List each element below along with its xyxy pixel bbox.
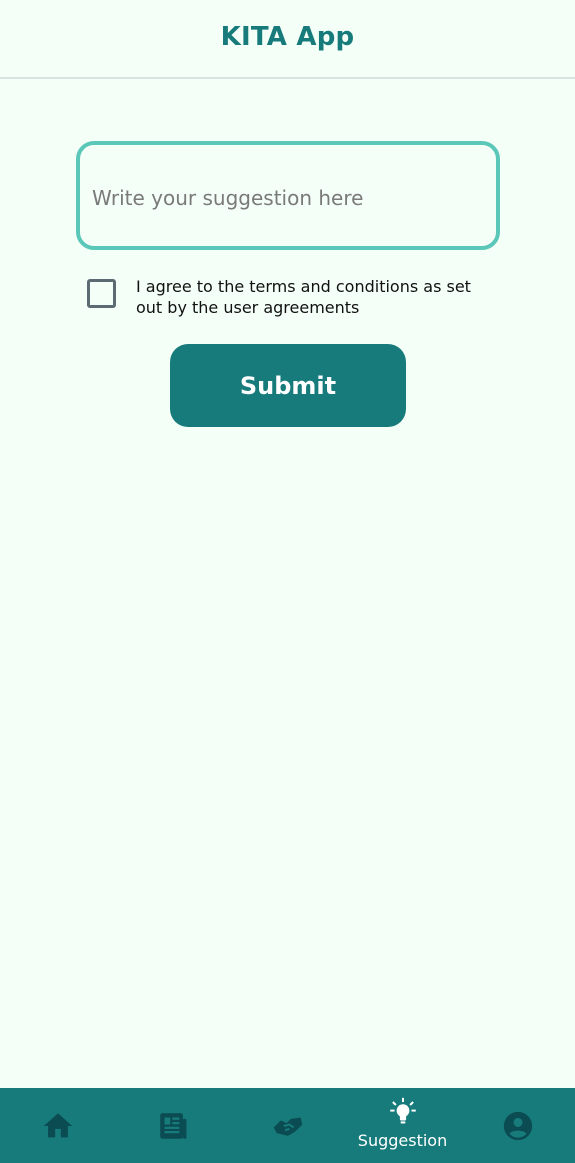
nav-item-suggestion[interactable]: Suggestion xyxy=(345,1088,460,1163)
lightbulb-icon xyxy=(389,1097,416,1124)
submit-button[interactable]: Submit xyxy=(170,344,406,427)
account-circle-icon xyxy=(503,1111,532,1140)
terms-agreement-row: I agree to the terms and conditions as s… xyxy=(87,276,487,318)
suggestion-input[interactable] xyxy=(76,141,500,250)
nav-item-profile[interactable] xyxy=(460,1088,575,1163)
page-title: KITA App xyxy=(220,21,355,52)
nav-label-suggestion: Suggestion xyxy=(357,1131,448,1150)
handshake-icon xyxy=(273,1117,302,1136)
bottom-navigation: Suggestion xyxy=(0,1088,575,1163)
nav-item-partnership[interactable] xyxy=(230,1088,345,1163)
app-header: KITA App xyxy=(0,0,575,79)
terms-checkbox[interactable] xyxy=(87,279,116,308)
nav-item-news[interactable] xyxy=(115,1088,230,1163)
nav-item-home[interactable] xyxy=(0,1088,115,1163)
terms-label: I agree to the terms and conditions as s… xyxy=(136,277,471,317)
home-icon xyxy=(43,1112,72,1137)
newspaper-icon xyxy=(159,1112,186,1139)
